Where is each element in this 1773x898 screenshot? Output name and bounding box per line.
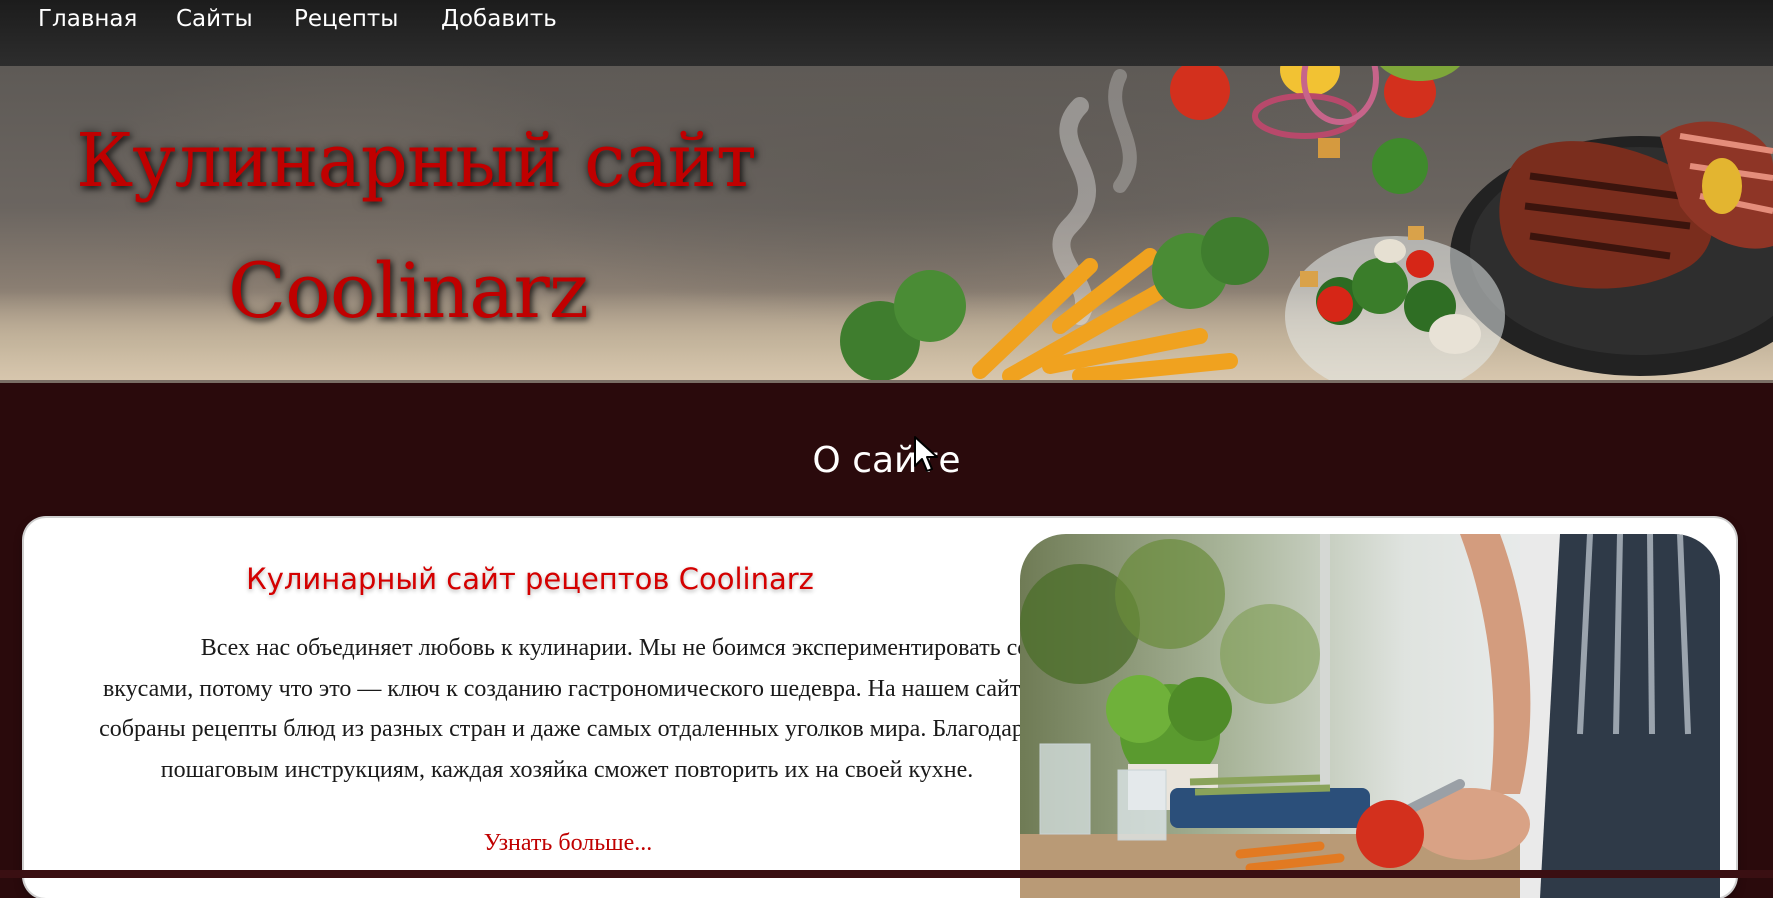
hero-title-line1: Кулинарный сайт [76,118,757,204]
nav-item-recipes[interactable]: Рецепты [294,6,398,32]
about-card: Кулинарный сайт рецептов Coolinarz Всех … [24,518,1736,898]
mouse-cursor-icon [914,436,938,472]
nav-item-add[interactable]: Добавить [441,6,557,32]
about-card-text: Всех нас объединяет любовь к кулинарии. … [99,635,1035,783]
nav-item-home[interactable]: Главная [38,6,137,32]
hero-banner: Кулинарный сайт Coolinarz [0,66,1773,382]
top-navigation: Главная Сайты Рецепты Добавить [0,0,1773,66]
cooking-photo [1020,534,1720,898]
hero-title-line2: Coolinarz [228,246,589,335]
nav-item-sites[interactable]: Сайты [176,6,253,32]
about-card-heading: Кулинарный сайт рецептов Coolinarz [246,562,814,596]
hero-divider [0,380,1773,383]
learn-more-link[interactable]: Узнать больше... [24,830,1112,857]
cooking-photo-illustration [1020,534,1720,898]
bottom-edge [0,870,1773,878]
about-section-title: О сайте [812,440,961,481]
